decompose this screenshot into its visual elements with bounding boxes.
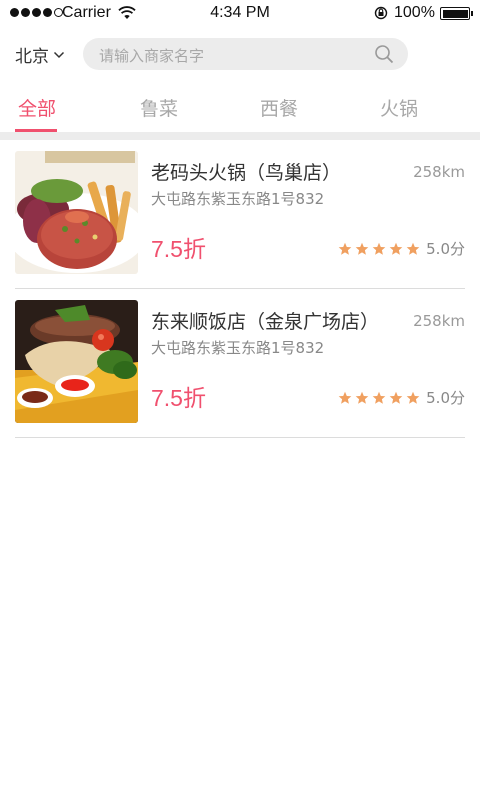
- star-icon: [389, 242, 403, 255]
- star-icon: [338, 242, 352, 255]
- city-label: 北京: [15, 47, 49, 67]
- restaurant-distance: 258km: [413, 163, 465, 181]
- restaurant-list-item[interactable]: 东来顺饭店（金泉广场店） 258km 大屯路东紫玉东路1号832 7.5折 5.…: [15, 289, 465, 438]
- star-icon: [389, 391, 403, 404]
- rotation-lock-icon: [374, 6, 388, 20]
- header: 北京 请输入商家名字: [0, 36, 480, 72]
- search-input[interactable]: 请输入商家名字: [83, 38, 408, 70]
- city-selector[interactable]: 北京: [15, 42, 65, 67]
- status-bar: Carrier 4:34 PM 100%: [0, 0, 480, 28]
- restaurant-discount: 7.5折: [151, 236, 206, 262]
- battery-icon: [440, 7, 470, 20]
- star-icon: [355, 242, 369, 255]
- rating-score: 5.0分: [426, 389, 465, 407]
- search-placeholder: 请输入商家名字: [99, 47, 205, 65]
- restaurant-address: 大屯路东紫玉东路1号832: [151, 190, 325, 208]
- restaurant-name: 老码头火锅（鸟巢店）: [151, 162, 342, 184]
- restaurant-rating: 5.0分: [338, 387, 465, 408]
- star-icon: [338, 391, 352, 404]
- battery-percent: 100%: [394, 4, 435, 21]
- tab-western[interactable]: 西餐: [239, 94, 319, 121]
- battery-tip: [471, 11, 473, 16]
- restaurant-thumbnail: [15, 151, 138, 274]
- restaurant-address: 大屯路东紫玉东路1号832: [151, 339, 325, 357]
- star-icon: [406, 242, 420, 255]
- section-divider: [0, 132, 480, 140]
- star-icon: [355, 391, 369, 404]
- tab-all[interactable]: 全部: [0, 94, 77, 121]
- restaurant-thumbnail: [15, 300, 138, 423]
- restaurant-list-item[interactable]: 老码头火锅（鸟巢店） 258km 大屯路东紫玉东路1号832 7.5折 5.0分: [15, 140, 465, 289]
- rating-score: 5.0分: [426, 240, 465, 258]
- star-icon: [406, 391, 420, 404]
- restaurant-distance: 258km: [413, 312, 465, 330]
- restaurant-name: 东来顺饭店（金泉广场店）: [151, 311, 380, 333]
- star-icon: [372, 242, 386, 255]
- tab-hotpot[interactable]: 火锅: [359, 94, 439, 121]
- restaurant-discount: 7.5折: [151, 385, 206, 411]
- search-icon[interactable]: [374, 44, 394, 64]
- category-tabs: 全部 鲁菜 西餐 火锅: [0, 84, 480, 132]
- tab-lu-cuisine[interactable]: 鲁菜: [119, 94, 199, 121]
- restaurant-rating: 5.0分: [338, 238, 465, 259]
- star-icon: [372, 391, 386, 404]
- chevron-down-icon: [53, 51, 65, 58]
